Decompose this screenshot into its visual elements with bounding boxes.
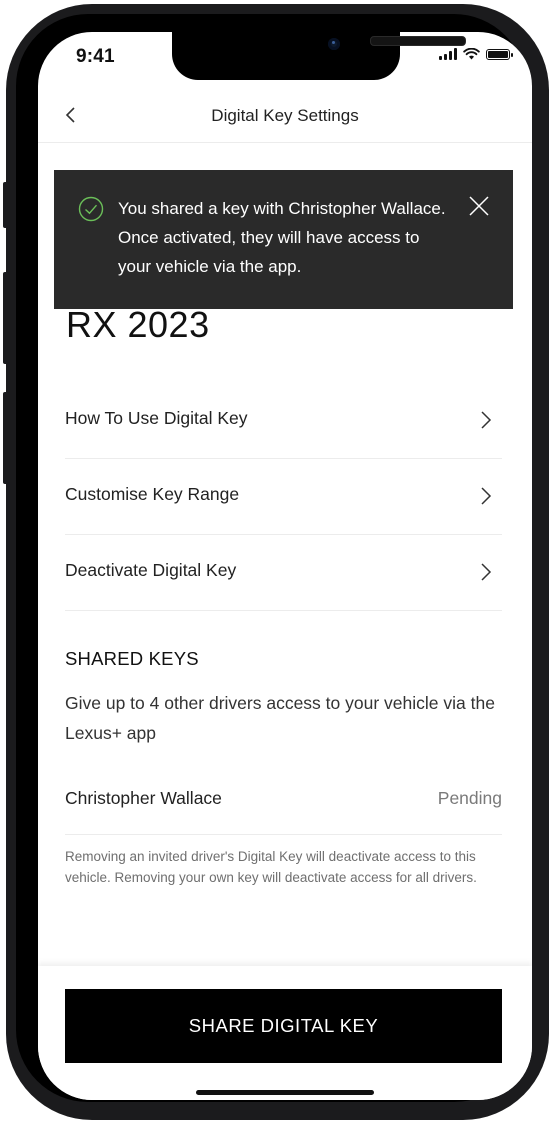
toast-close-button[interactable] <box>467 194 491 218</box>
shared-keys-description: Give up to 4 other drivers access to you… <box>65 693 495 743</box>
status-time: 9:41 <box>76 46 115 67</box>
volume-down-button <box>3 392 9 484</box>
menu-item-label: Deactivate Digital Key <box>65 560 237 580</box>
wifi-icon <box>463 48 480 60</box>
shared-key-row[interactable]: Christopher Wallace Pending <box>65 772 502 835</box>
chevron-right-icon <box>481 563 492 581</box>
notch <box>172 32 466 80</box>
front-camera <box>328 38 340 50</box>
menu-item-how-to-use[interactable]: How To Use Digital Key <box>65 382 502 459</box>
success-toast: You shared a key with Christopher Wallac… <box>54 170 513 309</box>
toast-message: You shared a key with Christopher Wallac… <box>118 199 446 276</box>
status-badge: Pending <box>437 788 502 808</box>
menu-item-deactivate-digital-key[interactable]: Deactivate Digital Key <box>65 534 502 611</box>
close-icon <box>469 196 489 216</box>
vehicle-name: RX 2023 <box>66 304 210 345</box>
volume-up-button <box>3 272 9 364</box>
nav-bar: Digital Key Settings <box>38 90 532 143</box>
cellular-signal-icon <box>439 48 457 60</box>
shared-keys-heading: SHARED KEYS <box>65 648 199 669</box>
share-digital-key-button[interactable]: SHARE DIGITAL KEY <box>65 989 502 1063</box>
shared-keys-disclaimer: Removing an invited driver's Digital Key… <box>65 849 477 885</box>
home-indicator[interactable] <box>196 1090 374 1095</box>
status-icons <box>439 48 513 60</box>
bottom-action-bar: SHARE DIGITAL KEY <box>38 966 532 1100</box>
menu-item-customise-key-range[interactable]: Customise Key Range <box>65 458 502 535</box>
chevron-right-icon <box>481 411 492 429</box>
check-circle-icon <box>78 196 104 222</box>
driver-name: Christopher Wallace <box>65 788 222 808</box>
battery-icon <box>486 49 513 60</box>
silent-switch <box>3 182 9 228</box>
earpiece-speaker <box>370 36 466 46</box>
menu-item-label: How To Use Digital Key <box>65 408 248 428</box>
app-screen: 9:41 Digital Key Settings RX 2023 How To… <box>38 32 532 1100</box>
chevron-right-icon <box>481 487 492 505</box>
page-title: Digital Key Settings <box>211 106 359 125</box>
menu-item-label: Customise Key Range <box>65 484 240 504</box>
